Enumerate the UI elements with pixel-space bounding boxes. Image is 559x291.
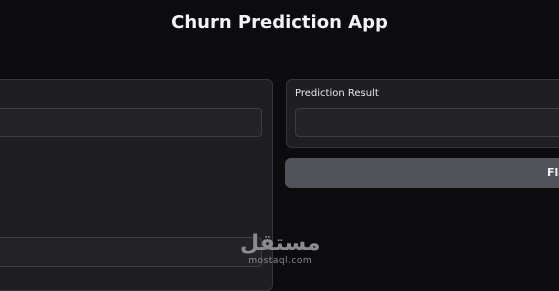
flag-button[interactable]: Fla [285, 158, 559, 188]
watermark-url: mostaql.com [248, 256, 313, 266]
prediction-result-label: Prediction Result [295, 88, 379, 99]
input-textbox-bottom[interactable] [0, 237, 262, 267]
watermark-logo: مستقل mostaql.com [240, 231, 321, 267]
watermark-arabic: مستقل [240, 231, 321, 256]
flag-button-label: Fla [547, 166, 559, 179]
prediction-result-field[interactable] [295, 108, 559, 137]
app-title: Churn Prediction App [171, 12, 388, 33]
input-textbox[interactable] [0, 108, 262, 137]
